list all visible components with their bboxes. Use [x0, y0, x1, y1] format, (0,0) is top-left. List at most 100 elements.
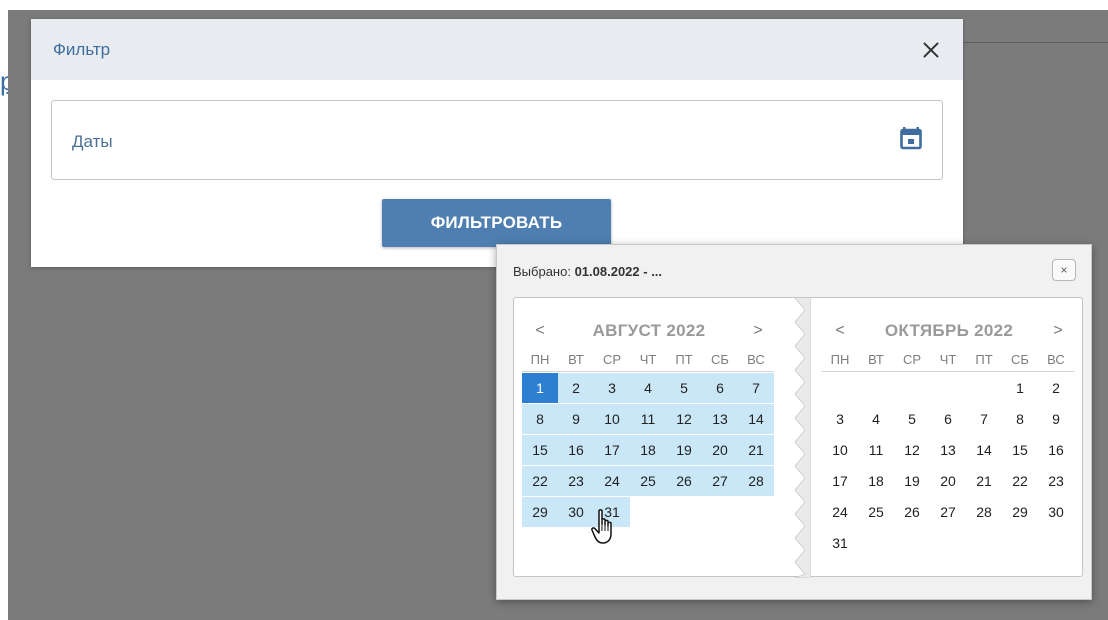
day-cell[interactable]: 11	[858, 434, 894, 465]
day-cell[interactable]: 23	[558, 465, 594, 496]
day-cell[interactable]: 8	[1002, 403, 1038, 434]
day-cell[interactable]: 22	[522, 465, 558, 496]
weekday-label: ПТ	[975, 352, 993, 367]
day-cell[interactable]: 12	[894, 434, 930, 465]
day-cell[interactable]: 30	[1038, 496, 1074, 527]
month-title: АВГУСТ 2022	[592, 321, 706, 340]
prev-month-button[interactable]: <	[528, 322, 552, 340]
weekday-label: ПТ	[675, 352, 693, 367]
prev-month-button[interactable]: <	[828, 322, 852, 340]
day-cell[interactable]: 13	[930, 434, 966, 465]
day-cell[interactable]: 14	[738, 403, 774, 434]
dates-field[interactable]: Даты	[51, 100, 943, 180]
day-cell[interactable]: 6	[930, 403, 966, 434]
day-cell[interactable]: 3	[594, 372, 630, 403]
weekday-label: ЧТ	[639, 352, 657, 367]
day-cell[interactable]: 28	[738, 465, 774, 496]
month-header: < АВГУСТ 2022 >	[522, 316, 774, 346]
day-cell[interactable]: 22	[1002, 465, 1038, 496]
close-icon[interactable]	[919, 38, 943, 62]
day-cell[interactable]: 3	[822, 403, 858, 434]
day-cell[interactable]: 28	[966, 496, 1002, 527]
day-cell[interactable]: 26	[666, 465, 702, 496]
day-cell[interactable]: 20	[930, 465, 966, 496]
day-cell[interactable]: 15	[522, 434, 558, 465]
day-cell[interactable]: 2	[558, 372, 594, 403]
weekday-label: ВС	[1047, 352, 1065, 367]
weekday-label: СБ	[711, 352, 729, 367]
date-range-picker: Выбрано: 01.08.2022 - ... × < АВГУСТ 202…	[496, 244, 1092, 600]
day-cell[interactable]: 18	[630, 434, 666, 465]
next-month-button[interactable]: >	[746, 322, 770, 340]
day-cell[interactable]: 25	[630, 465, 666, 496]
day-grid: 1 2 3 4 5 6 7 8 9 10 11 12 13 14 15 16 1…	[822, 372, 1074, 558]
day-cell[interactable]: 29	[1002, 496, 1038, 527]
day-cell[interactable]: 13	[702, 403, 738, 434]
day-cell[interactable]: 27	[702, 465, 738, 496]
day-cell[interactable]: 9	[558, 403, 594, 434]
day-cell[interactable]: 9	[1038, 403, 1074, 434]
month-title: ОКТЯБРЬ 2022	[884, 321, 1014, 340]
weekday-label: ВТ	[568, 352, 584, 367]
day-cell[interactable]: 12	[666, 403, 702, 434]
day-cell[interactable]: 6	[702, 372, 738, 403]
day-cell[interactable]: 17	[822, 465, 858, 496]
day-cell-selected[interactable]: 1	[522, 372, 558, 403]
picker-close-button[interactable]: ×	[1052, 259, 1076, 281]
day-cell[interactable]: 10	[594, 403, 630, 434]
day-cell[interactable]: 29	[522, 496, 558, 527]
day-cell[interactable]: 4	[630, 372, 666, 403]
day-cell[interactable]: 18	[858, 465, 894, 496]
calendar-august-2022: < АВГУСТ 2022 > ПН ВТ СР ЧТ ПТ СБ ВС 1 2…	[522, 316, 774, 527]
day-cell[interactable]: 31	[822, 527, 858, 558]
day-cell[interactable]: 19	[894, 465, 930, 496]
day-cell[interactable]: 25	[858, 496, 894, 527]
day-cell[interactable]: 1	[1002, 372, 1038, 403]
day-cell[interactable]: 4	[858, 403, 894, 434]
weekday-label: ПН	[530, 352, 550, 367]
day-cell[interactable]: 14	[966, 434, 1002, 465]
day-cell-empty	[822, 372, 858, 403]
day-cell[interactable]: 24	[822, 496, 858, 527]
month-header: < ОКТЯБРЬ 2022 >	[822, 316, 1074, 346]
day-cell[interactable]: 16	[1038, 434, 1074, 465]
weekday-label: СР	[902, 352, 922, 367]
day-cell[interactable]: 7	[966, 403, 1002, 434]
day-cell[interactable]: 15	[1002, 434, 1038, 465]
day-cell[interactable]: 26	[894, 496, 930, 527]
selected-range: Выбрано: 01.08.2022 - ...	[513, 264, 662, 279]
day-cell[interactable]: 20	[702, 434, 738, 465]
day-cell[interactable]: 19	[666, 434, 702, 465]
day-cell[interactable]: 21	[738, 434, 774, 465]
zigzag-separator	[794, 298, 811, 578]
day-cell-empty	[858, 372, 894, 403]
day-cell[interactable]: 7	[738, 372, 774, 403]
filter-button[interactable]: ФИЛЬТРОВАТЬ	[382, 199, 611, 247]
day-cell[interactable]: 17	[594, 434, 630, 465]
day-cell[interactable]: 8	[522, 403, 558, 434]
day-cell[interactable]: 31	[594, 496, 630, 527]
day-cell[interactable]: 5	[666, 372, 702, 403]
day-cell[interactable]: 27	[930, 496, 966, 527]
weekday-header: ПН ВТ СР ЧТ ПТ СБ ВС	[522, 348, 774, 372]
weekday-label: ПН	[830, 352, 850, 367]
day-cell-empty	[966, 372, 1002, 403]
next-month-button[interactable]: >	[1046, 322, 1070, 340]
modal-title: Фильтр	[53, 39, 111, 59]
day-cell[interactable]: 21	[966, 465, 1002, 496]
day-cell[interactable]: 24	[594, 465, 630, 496]
day-cell[interactable]: 10	[822, 434, 858, 465]
day-grid: 1 2 3 4 5 6 7 8 9 10 11 12 13 14 15 16 1…	[522, 372, 774, 527]
calendar-october-2022: < ОКТЯБРЬ 2022 > ПН ВТ СР ЧТ ПТ СБ ВС 1	[822, 316, 1074, 558]
day-cell[interactable]: 2	[1038, 372, 1074, 403]
day-cell[interactable]: 16	[558, 434, 594, 465]
calendar-icon[interactable]	[900, 126, 922, 150]
day-cell[interactable]: 23	[1038, 465, 1074, 496]
weekday-label: СР	[602, 352, 622, 367]
day-cell[interactable]: 30	[558, 496, 594, 527]
modal-header: Фильтр	[31, 19, 963, 80]
day-cell[interactable]: 5	[894, 403, 930, 434]
selected-range-value: 01.08.2022 - ...	[574, 264, 663, 279]
day-cell[interactable]: 11	[630, 403, 666, 434]
weekday-label: СБ	[1011, 352, 1029, 367]
